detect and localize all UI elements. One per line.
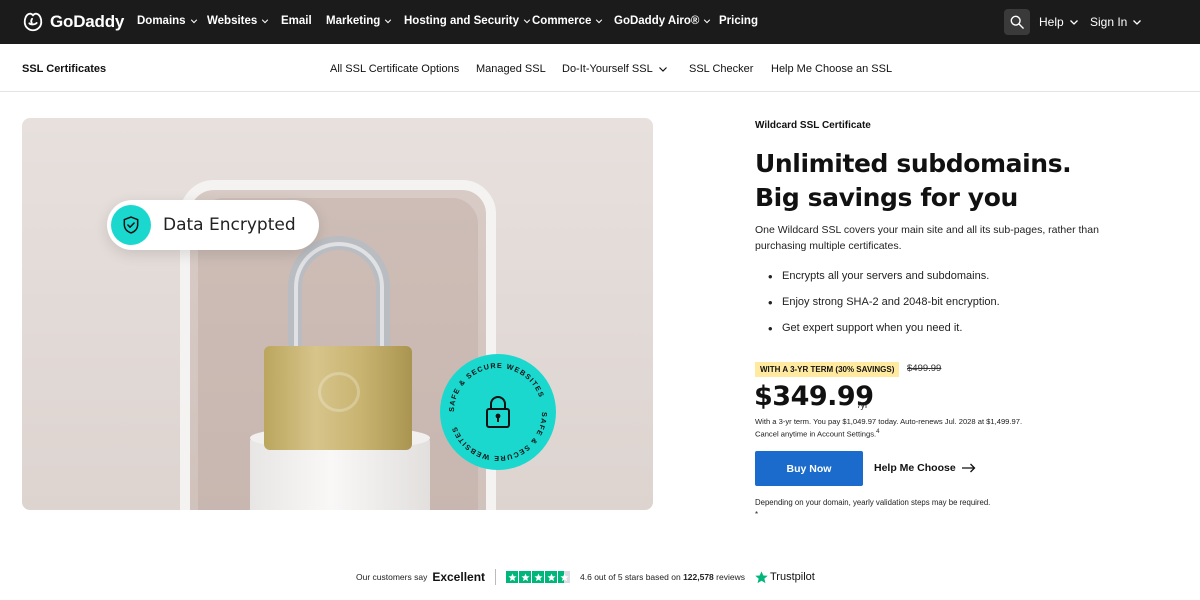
subnav-item-label: Help Me Choose an SSL xyxy=(771,63,893,75)
subnav-item-label: Managed SSL xyxy=(476,63,546,75)
feature-list: Encrypts all your servers and subdomains… xyxy=(768,270,1000,348)
subnav-item-label: All SSL Certificate Options xyxy=(330,63,460,75)
godaddy-logo-icon xyxy=(23,12,43,32)
chevron-down-icon xyxy=(262,19,269,24)
trust-intro: Our customers say xyxy=(356,572,428,582)
star-icon xyxy=(545,571,558,583)
trustpilot-star-icon xyxy=(755,570,768,583)
price-terms: With a 3-yr term. You pay $1,049.97 toda… xyxy=(755,416,1075,440)
current-price: $349.99 xyxy=(754,381,874,412)
search-icon xyxy=(1010,15,1024,29)
nav-commerce[interactable]: Commerce xyxy=(532,15,603,27)
nav-websites[interactable]: Websites xyxy=(207,15,269,27)
svg-text:SAFE & SECURE WEBSITES: SAFE & SECURE WEBSITES xyxy=(447,361,547,412)
nav-domains[interactable]: Domains xyxy=(137,15,198,27)
sub-navigation: SSL Certificates All SSL Certificate Opt… xyxy=(0,44,1200,92)
subnav-item-label: Do-It-Yourself SSL xyxy=(562,63,653,75)
star-rating xyxy=(506,571,571,583)
validation-footnote: Depending on your domain, yearly validat… xyxy=(755,498,991,519)
subnav-item-label: SSL Checker xyxy=(689,63,754,75)
nav-marketing[interactable]: Marketing xyxy=(326,15,392,27)
nav-hosting-security[interactable]: Hosting and Security xyxy=(404,15,531,27)
chevron-down-icon xyxy=(1069,20,1078,25)
feature-item: Encrypts all your servers and subdomains… xyxy=(768,270,1000,296)
price-period: /yr xyxy=(858,400,868,410)
trust-score-suffix: reviews xyxy=(716,572,745,582)
half-star-icon xyxy=(558,571,571,583)
arrow-right-icon xyxy=(961,463,976,473)
trust-score: 4.6 out of 5 stars based on 122,578 revi… xyxy=(580,572,745,582)
chevron-down-icon xyxy=(596,19,603,24)
trust-divider xyxy=(495,569,497,585)
trustpilot-brand: Trustpilot xyxy=(769,571,815,583)
help-me-choose-label: Help Me Choose xyxy=(874,462,956,474)
nav-airo-label: GoDaddy Airo® xyxy=(614,15,700,27)
safe-secure-badge: SAFE & SECURE WEBSITES SAFE & SECURE WEB… xyxy=(440,354,556,470)
trustpilot-logo[interactable]: Trustpilot xyxy=(755,570,815,584)
hero-image: Data Encrypted SAFE & SECURE WEBSITES SA… xyxy=(22,118,653,510)
trust-rating-word: Excellent xyxy=(432,570,486,584)
nav-marketing-label: Marketing xyxy=(326,15,381,27)
top-navigation: GoDaddy Domains Websites Email Marketing… xyxy=(0,0,1200,44)
terms-footnote-ref[interactable]: 4 xyxy=(876,429,879,435)
savings-tag: WITH A 3-YR TERM (30% SAVINGS) xyxy=(755,362,900,377)
chevron-down-icon xyxy=(190,19,197,24)
chevron-down-icon xyxy=(385,19,392,24)
badge-text-repeat: SAFE & SECURE WEBSITES xyxy=(450,412,548,463)
data-encrypted-pill: Data Encrypted xyxy=(107,200,319,250)
product-eyebrow: Wildcard SSL Certificate xyxy=(755,120,871,131)
padlock-logo-emboss xyxy=(318,372,360,412)
help-menu-label: Help xyxy=(1039,15,1064,29)
help-me-choose-link[interactable]: Help Me Choose xyxy=(874,462,976,474)
headline-line-1: Unlimited subdomains. xyxy=(755,149,1072,178)
svg-text:SAFE & SECURE WEBSITES: SAFE & SECURE WEBSITES xyxy=(450,412,550,463)
data-encrypted-label: Data Encrypted xyxy=(163,215,296,235)
brand-name: GoDaddy xyxy=(50,12,125,31)
help-menu[interactable]: Help xyxy=(1039,15,1079,29)
shield-check-icon xyxy=(111,205,151,245)
nav-pricing[interactable]: Pricing xyxy=(719,15,758,27)
trust-review-count: 122,578 xyxy=(683,572,714,582)
trust-score-prefix: 4.6 out of 5 stars based on xyxy=(580,572,681,582)
feature-item: Get expert support when you need it. xyxy=(768,322,1000,348)
badge-text: SAFE & SECURE WEBSITES xyxy=(447,361,545,412)
chevron-down-icon xyxy=(658,67,667,72)
subnav-ssl-checker[interactable]: SSL Checker xyxy=(689,63,753,75)
trustpilot-strip[interactable]: Our customers say Excellent 4.6 out of 5… xyxy=(356,568,815,586)
sign-in-label: Sign In xyxy=(1090,15,1128,29)
chevron-down-icon xyxy=(1133,20,1142,25)
terms-line-2: Cancel anytime in Account Settings. xyxy=(755,429,877,439)
buy-now-button[interactable]: Buy Now xyxy=(755,451,863,486)
star-icon xyxy=(519,571,532,583)
product-headline: Unlimited subdomains. Big savings for yo… xyxy=(755,147,1175,215)
godaddy-logo[interactable]: GoDaddy xyxy=(22,11,124,33)
subnav-help-choose-ssl[interactable]: Help Me Choose an SSL xyxy=(771,63,892,75)
star-icon xyxy=(532,571,545,583)
nav-commerce-label: Commerce xyxy=(532,15,592,27)
star-icon xyxy=(506,571,519,583)
nav-email[interactable]: Email xyxy=(281,15,312,27)
nav-email-label: Email xyxy=(281,15,312,27)
product-intro: One Wildcard SSL covers your main site a… xyxy=(755,224,1099,252)
search-button[interactable] xyxy=(1004,9,1030,35)
nav-websites-label: Websites xyxy=(207,15,258,27)
sign-in-menu[interactable]: Sign In xyxy=(1090,15,1142,29)
subnav-all-ssl-options[interactable]: All SSL Certificate Options xyxy=(330,63,459,75)
chevron-down-icon xyxy=(704,19,711,24)
nav-airo[interactable]: GoDaddy Airo® xyxy=(614,15,711,27)
lock-icon xyxy=(486,396,510,428)
nav-pricing-label: Pricing xyxy=(719,15,758,27)
terms-line-1: With a 3-yr term. You pay $1,049.97 toda… xyxy=(755,417,1023,426)
feature-item: Enjoy strong SHA-2 and 2048-bit encrypti… xyxy=(768,296,1000,322)
nav-hosting-security-label: Hosting and Security xyxy=(404,15,520,27)
original-price: $499.99 xyxy=(907,363,942,374)
nav-domains-label: Domains xyxy=(137,15,186,27)
safe-secure-badge-graphic: SAFE & SECURE WEBSITES SAFE & SECURE WEB… xyxy=(447,361,550,463)
subnav-diy-ssl[interactable]: Do-It-Yourself SSL xyxy=(562,63,668,75)
subnav-managed-ssl[interactable]: Managed SSL xyxy=(476,63,546,75)
chevron-down-icon xyxy=(523,19,531,24)
subnav-title[interactable]: SSL Certificates xyxy=(22,63,106,75)
headline-line-2: Big savings for you xyxy=(755,183,1018,212)
